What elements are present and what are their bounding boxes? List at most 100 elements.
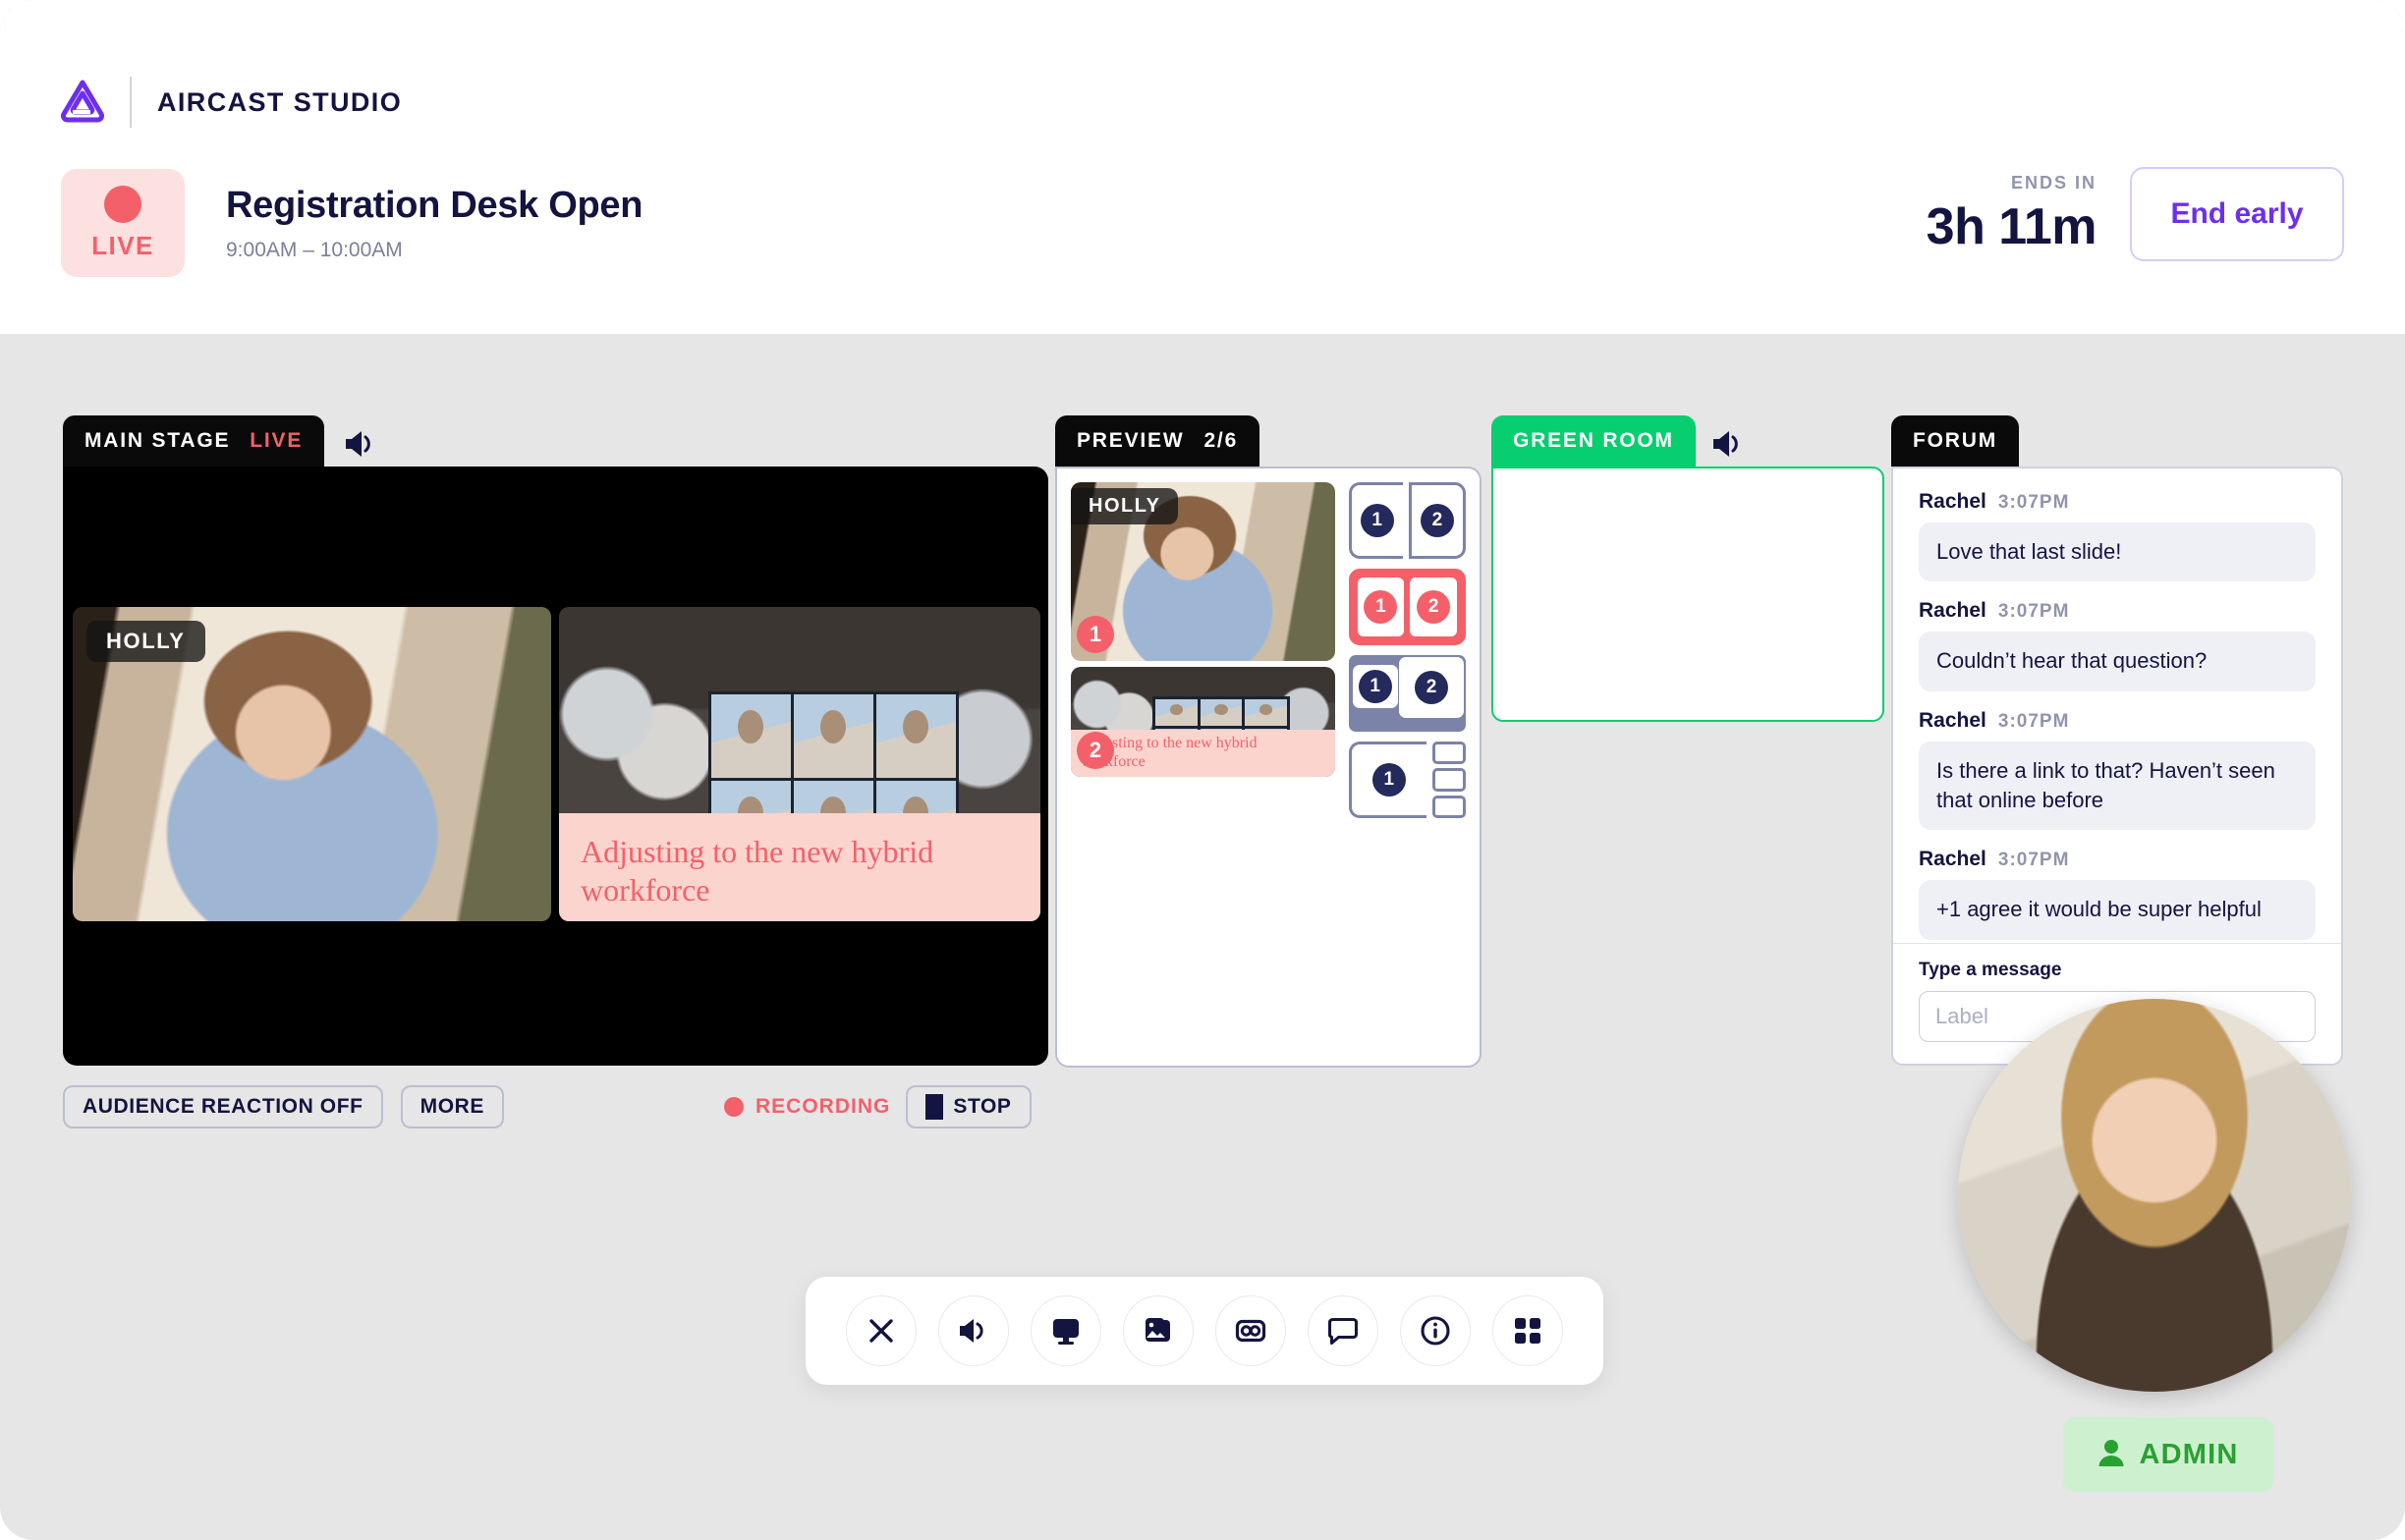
- forum-message-meta: Rachel 3:07PM: [1919, 490, 2316, 514]
- forum-panel: Rachel 3:07PM Love that last slide! Rach…: [1891, 467, 2343, 1066]
- layout-grid-icon[interactable]: [1492, 1295, 1563, 1366]
- forum-message: Rachel 3:07PM Love that last slide!: [1919, 490, 2316, 581]
- session-time: 9:00AM – 10:00AM: [226, 239, 643, 262]
- forum-message-author: Rachel: [1919, 490, 1986, 514]
- aircast-logo-icon: [57, 77, 108, 128]
- preview-tile-slide[interactable]: Adjusting to the new hybrid workforce 2: [1071, 667, 1335, 777]
- forum-message-meta: Rachel 3:07PM: [1919, 599, 2316, 623]
- forum-message-author: Rachel: [1919, 709, 1986, 733]
- stop-recording-button[interactable]: STOP: [906, 1085, 1031, 1128]
- layout-cell-number: 1: [1359, 670, 1392, 703]
- self-view-feed: [1958, 999, 2351, 1392]
- live-dot-icon: [104, 186, 141, 223]
- preview-tiles: HOLLY 1 Adjusting to the new hybrid work…: [1071, 482, 1335, 1052]
- tab-preview[interactable]: PREVIEW 2/6: [1055, 415, 1259, 467]
- self-view-avatar[interactable]: [1958, 999, 2351, 1392]
- session-row: LIVE Registration Desk Open 9:00AM – 10:…: [61, 169, 643, 277]
- tab-green-room[interactable]: GREEN ROOM: [1491, 415, 1696, 467]
- forum-message-meta: Rachel 3:07PM: [1919, 848, 2316, 871]
- forum-message-author: Rachel: [1919, 848, 1986, 871]
- app-header: AIRCAST STUDIO LIVE Registration Desk Op…: [0, 0, 2405, 334]
- floating-toolbar: [806, 1277, 1603, 1385]
- ends-in-value: 3h 11m: [1927, 197, 2097, 256]
- forum-message-author: Rachel: [1919, 599, 1986, 623]
- layout-option-main-with-sidebar[interactable]: 1: [1349, 742, 1466, 818]
- green-room-speaker-on-icon[interactable]: [1711, 429, 1745, 464]
- speaker-icon[interactable]: [938, 1295, 1009, 1366]
- recording-group: RECORDING STOP: [724, 1085, 1032, 1128]
- stop-square-icon: [925, 1094, 943, 1120]
- live-label: LIVE: [91, 231, 154, 261]
- tab-main-stage-label: MAIN STAGE: [84, 429, 230, 453]
- role-badge-label: ADMIN: [2139, 1439, 2238, 1471]
- recording-dot-icon: [724, 1097, 744, 1117]
- recording-icon[interactable]: [1215, 1295, 1286, 1366]
- session-info: Registration Desk Open 9:00AM – 10:00AM: [226, 185, 643, 262]
- ends-in-label: ENDS IN: [1927, 173, 2097, 193]
- screen-share-icon[interactable]: [1031, 1295, 1101, 1366]
- live-status-badge: LIVE: [61, 169, 185, 277]
- header-right: ENDS IN 3h 11m End early: [1927, 167, 2344, 261]
- preview-tile-one-badge: 1: [1077, 616, 1114, 653]
- recording-label: RECORDING: [755, 1095, 890, 1119]
- slide-caption: Adjusting to the new hybrid workforce: [559, 813, 1040, 921]
- close-icon[interactable]: [846, 1295, 917, 1366]
- forum-message-time: 3:07PM: [1998, 850, 2070, 871]
- layout-option-split-even-selected[interactable]: 1 2: [1349, 569, 1466, 645]
- layout-cell-number: 2: [1417, 590, 1450, 624]
- forum-message-meta: Rachel 3:07PM: [1919, 709, 2316, 733]
- layout-cell-number: 1: [1372, 763, 1406, 797]
- main-stage-panel: HOLLY Adjusting to the new hybrid workfo…: [63, 467, 1048, 1066]
- preview-tile-two-badge: 2: [1077, 732, 1114, 769]
- main-stage-grid: HOLLY Adjusting to the new hybrid workfo…: [73, 607, 1040, 921]
- chat-icon[interactable]: [1308, 1295, 1378, 1366]
- forum-message-list[interactable]: Rachel 3:07PM Love that last slide! Rach…: [1893, 468, 2341, 940]
- layout-cell-number: 2: [1415, 671, 1448, 704]
- forum-message-text: +1 agree it would be super helpful: [1919, 880, 2316, 939]
- audience-reaction-button[interactable]: AUDIENCE REACTION OFF: [63, 1085, 383, 1128]
- layout-option-picture-in-picture[interactable]: 1 2: [1349, 655, 1466, 732]
- forum-message-text: Is there a link to that? Haven’t seen th…: [1919, 742, 2316, 831]
- session-title: Registration Desk Open: [226, 185, 643, 227]
- brand: AIRCAST STUDIO: [57, 77, 402, 128]
- stage-tile-slide[interactable]: Adjusting to the new hybrid workforce: [559, 607, 1040, 921]
- green-room-panel[interactable]: [1491, 467, 1884, 722]
- aircast-studio-app: AIRCAST STUDIO LIVE Registration Desk Op…: [0, 0, 2405, 1540]
- tab-preview-count: 2/6: [1203, 429, 1238, 453]
- forum-message: Rachel 3:07PM Is there a link to that? H…: [1919, 709, 2316, 831]
- layout-cell-number: 1: [1364, 590, 1397, 624]
- ends-in-block: ENDS IN 3h 11m: [1927, 173, 2097, 256]
- person-icon: [2097, 1438, 2125, 1472]
- speaker-name-chip: HOLLY: [86, 621, 205, 662]
- tab-main-stage[interactable]: MAIN STAGE LIVE: [63, 415, 324, 467]
- forum-message-text: Love that last slide!: [1919, 522, 2316, 581]
- preview-speaker-name: HOLLY: [1071, 488, 1178, 524]
- stage-controls: AUDIENCE REACTION OFF MORE: [63, 1085, 504, 1128]
- composer-label: Type a message: [1919, 960, 2316, 981]
- brand-divider: [130, 77, 132, 128]
- tab-green-room-label: GREEN ROOM: [1513, 429, 1674, 453]
- forum-message-time: 3:07PM: [1998, 492, 2070, 514]
- forum-message-text: Couldn’t hear that question?: [1919, 632, 2316, 690]
- layout-cell-number: 2: [1421, 504, 1454, 537]
- more-button[interactable]: MORE: [401, 1085, 504, 1128]
- end-early-button[interactable]: End early: [2130, 167, 2344, 261]
- media-library-icon[interactable]: [1123, 1295, 1194, 1366]
- stage-tile-speaker[interactable]: HOLLY: [73, 607, 551, 921]
- layout-option-split-even[interactable]: 1 2: [1349, 482, 1466, 559]
- forum-message-time: 3:07PM: [1998, 711, 2070, 733]
- info-icon[interactable]: [1400, 1295, 1471, 1366]
- speaker-on-icon[interactable]: [344, 429, 377, 464]
- forum-message: Rachel 3:07PM Couldn’t hear that questio…: [1919, 599, 2316, 690]
- forum-message: Rachel 3:07PM +1 agree it would be super…: [1919, 848, 2316, 939]
- layout-options: 1 2 1 2 1 2: [1349, 482, 1466, 1052]
- preview-tile-speaker[interactable]: HOLLY 1: [1071, 482, 1335, 661]
- role-badge-admin: ADMIN: [2063, 1417, 2273, 1492]
- recording-status: RECORDING: [724, 1095, 890, 1119]
- tab-preview-label: PREVIEW: [1077, 429, 1184, 453]
- stop-label: STOP: [953, 1095, 1011, 1119]
- layout-cell-number: 1: [1361, 504, 1394, 537]
- layout-sidebar-cells: [1432, 742, 1466, 818]
- tab-forum[interactable]: FORUM: [1891, 415, 2019, 467]
- tab-main-stage-status: LIVE: [250, 429, 303, 453]
